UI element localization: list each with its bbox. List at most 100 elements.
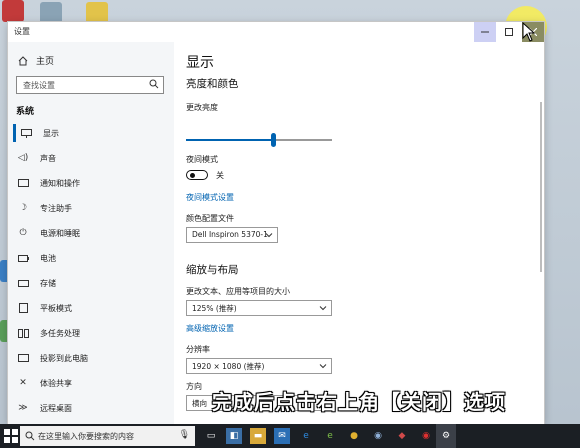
sidebar-section-title: 系统 <box>16 107 35 117</box>
file-explorer-icon[interactable]: ▬ <box>250 428 266 444</box>
sidebar-item-label: 远程桌面 <box>40 403 72 413</box>
minimize-icon <box>481 31 489 33</box>
sidebar-item-power[interactable]: ⏻ 电源和睡眠 <box>16 224 80 242</box>
night-light-toggle[interactable] <box>186 170 208 180</box>
mouse-cursor-icon <box>522 22 536 42</box>
desktop-app-icon[interactable] <box>2 0 24 22</box>
mail-icon[interactable]: ✉ <box>274 428 290 444</box>
sidebar-item-label: 平板模式 <box>40 303 72 313</box>
minimize-button[interactable] <box>474 22 496 42</box>
orientation-label: 方向 <box>186 382 202 391</box>
sidebar-item-label: 声音 <box>40 153 56 163</box>
resolution-value: 1920 × 1080 (推荐) <box>192 362 265 371</box>
edge-icon[interactable]: e <box>298 428 314 444</box>
app-icon[interactable]: ◆ <box>394 428 410 444</box>
storage-icon <box>16 277 30 289</box>
sidebar-item-label: 体验共享 <box>40 378 72 388</box>
search-icon <box>25 431 35 441</box>
notification-icon <box>16 177 30 189</box>
desktop-app-icon[interactable] <box>86 2 108 24</box>
moon-icon: ☽ <box>18 203 28 213</box>
search-placeholder: 查找设置 <box>23 81 55 90</box>
sidebar-item-remote-desktop[interactable]: ≫ 远程桌面 <box>16 399 72 417</box>
section-heading-scale: 缩放与布局 <box>186 264 239 276</box>
task-view-icon[interactable]: ▭ <box>203 428 219 444</box>
night-light-settings-link[interactable]: 夜间模式设置 <box>186 192 234 203</box>
color-profile-select[interactable]: Dell Inspiron 5370-1 <box>186 227 278 243</box>
microphone-icon: 🎙 <box>178 430 190 440</box>
sidebar-item-notifications[interactable]: 通知和操作 <box>16 174 80 192</box>
instruction-caption: 完成后点击右上角【关闭】选项 <box>212 390 506 414</box>
chevron-down-icon <box>265 233 273 238</box>
night-light-state: 关 <box>216 171 224 180</box>
record-icon[interactable]: ◉ <box>418 428 434 444</box>
sidebar-item-label: 多任务处理 <box>40 328 80 338</box>
store-icon[interactable]: ◧ <box>226 428 242 444</box>
toggle-knob <box>190 172 195 178</box>
sidebar: 主页 查找设置 系统 显示 ◁) 声音 通知和操作 ☽ 专注助手 ⏻ 电源和睡眠 <box>8 42 174 424</box>
window-title: 设置 <box>14 27 30 36</box>
sidebar-item-label: 专注助手 <box>40 203 72 213</box>
brightness-label: 更改亮度 <box>186 103 218 112</box>
sidebar-item-storage[interactable]: 存储 <box>16 274 56 292</box>
ie-icon[interactable]: e <box>322 428 338 444</box>
scrollbar[interactable] <box>540 102 542 272</box>
orientation-value: 横向 <box>192 399 207 408</box>
power-icon: ⏻ <box>19 228 27 238</box>
sidebar-item-tablet[interactable]: 平板模式 <box>16 299 72 317</box>
display-settings-panel: 显示 亮度和颜色 更改亮度 夜间模式 关 夜间模式设置 颜色配置文件 Dell … <box>174 42 544 424</box>
scale-label: 更改文本、应用等项目的大小 <box>186 287 290 296</box>
scale-value: 125% (推荐) <box>192 304 237 313</box>
home-icon <box>18 55 28 65</box>
monitor-icon <box>19 127 33 139</box>
sidebar-item-label: 显示 <box>43 128 59 138</box>
tablet-icon <box>16 302 30 314</box>
settings-window: 设置 主页 查找设置 系统 显示 ◁) 声音 通知和操作 ☽ 专注助手 ⏻ 电源… <box>8 22 544 424</box>
brightness-slider-fill <box>186 139 274 141</box>
resolution-label: 分辨率 <box>186 345 210 354</box>
search-icon <box>149 79 159 89</box>
project-icon <box>16 352 30 364</box>
sidebar-item-battery[interactable]: 电池 <box>16 249 56 267</box>
maximize-button[interactable] <box>498 22 520 42</box>
windows-start-icon[interactable] <box>4 429 18 443</box>
color-profile-value: Dell Inspiron 5370-1 <box>192 230 268 239</box>
share-icon: ✕ <box>19 378 27 388</box>
chevron-down-icon <box>319 306 327 311</box>
section-heading-brightness: 亮度和颜色 <box>186 78 239 90</box>
battery-icon <box>16 252 30 264</box>
scale-select[interactable]: 125% (推荐) <box>186 300 332 316</box>
title-bar: 设置 <box>8 22 544 42</box>
sidebar-item-label: 投影到此电脑 <box>40 353 88 363</box>
color-profile-label: 颜色配置文件 <box>186 214 234 223</box>
speaker-icon: ◁) <box>17 153 29 163</box>
settings-gear-icon[interactable]: ⚙ <box>436 424 456 448</box>
sidebar-item-focus-assist[interactable]: ☽ 专注助手 <box>16 199 72 217</box>
chevron-down-icon <box>319 364 327 369</box>
chrome-icon[interactable]: ◉ <box>370 428 386 444</box>
sidebar-item-label: 通知和操作 <box>40 178 80 188</box>
brightness-slider-thumb[interactable] <box>271 133 277 147</box>
sidebar-item-sound[interactable]: ◁) 声音 <box>16 149 56 167</box>
browser-icon[interactable]: ● <box>346 428 362 444</box>
sidebar-item-display[interactable]: 显示 <box>13 124 59 142</box>
taskbar: 在这里输入你要搜索的内容 🎙 ▭ ◧ ▬ ✉ e e ● ◉ ◆ ◉ ⚙ <box>0 424 580 448</box>
resolution-select[interactable]: 1920 × 1080 (推荐) <box>186 358 332 374</box>
sidebar-item-multitasking[interactable]: 多任务处理 <box>16 324 80 342</box>
multitask-icon <box>16 327 30 339</box>
advanced-scaling-link[interactable]: 高级缩放设置 <box>186 323 234 334</box>
sidebar-item-label: 电池 <box>40 253 56 263</box>
night-light-label: 夜间模式 <box>186 155 218 164</box>
sidebar-home[interactable]: 主页 <box>18 54 54 67</box>
sidebar-item-shared-experiences[interactable]: ✕ 体验共享 <box>16 374 72 392</box>
taskbar-search-box[interactable]: 在这里输入你要搜索的内容 🎙 <box>20 426 195 446</box>
remote-icon: ≫ <box>18 403 28 413</box>
desktop-app-icon[interactable] <box>40 2 62 24</box>
taskbar-search-placeholder: 在这里输入你要搜索的内容 <box>38 432 134 441</box>
sidebar-item-label: 存储 <box>40 278 56 288</box>
settings-search-input[interactable]: 查找设置 <box>16 76 164 94</box>
sidebar-item-label: 电源和睡眠 <box>40 228 80 238</box>
maximize-icon <box>505 28 513 36</box>
sidebar-item-projecting[interactable]: 投影到此电脑 <box>16 349 88 367</box>
sidebar-home-label: 主页 <box>36 57 55 67</box>
